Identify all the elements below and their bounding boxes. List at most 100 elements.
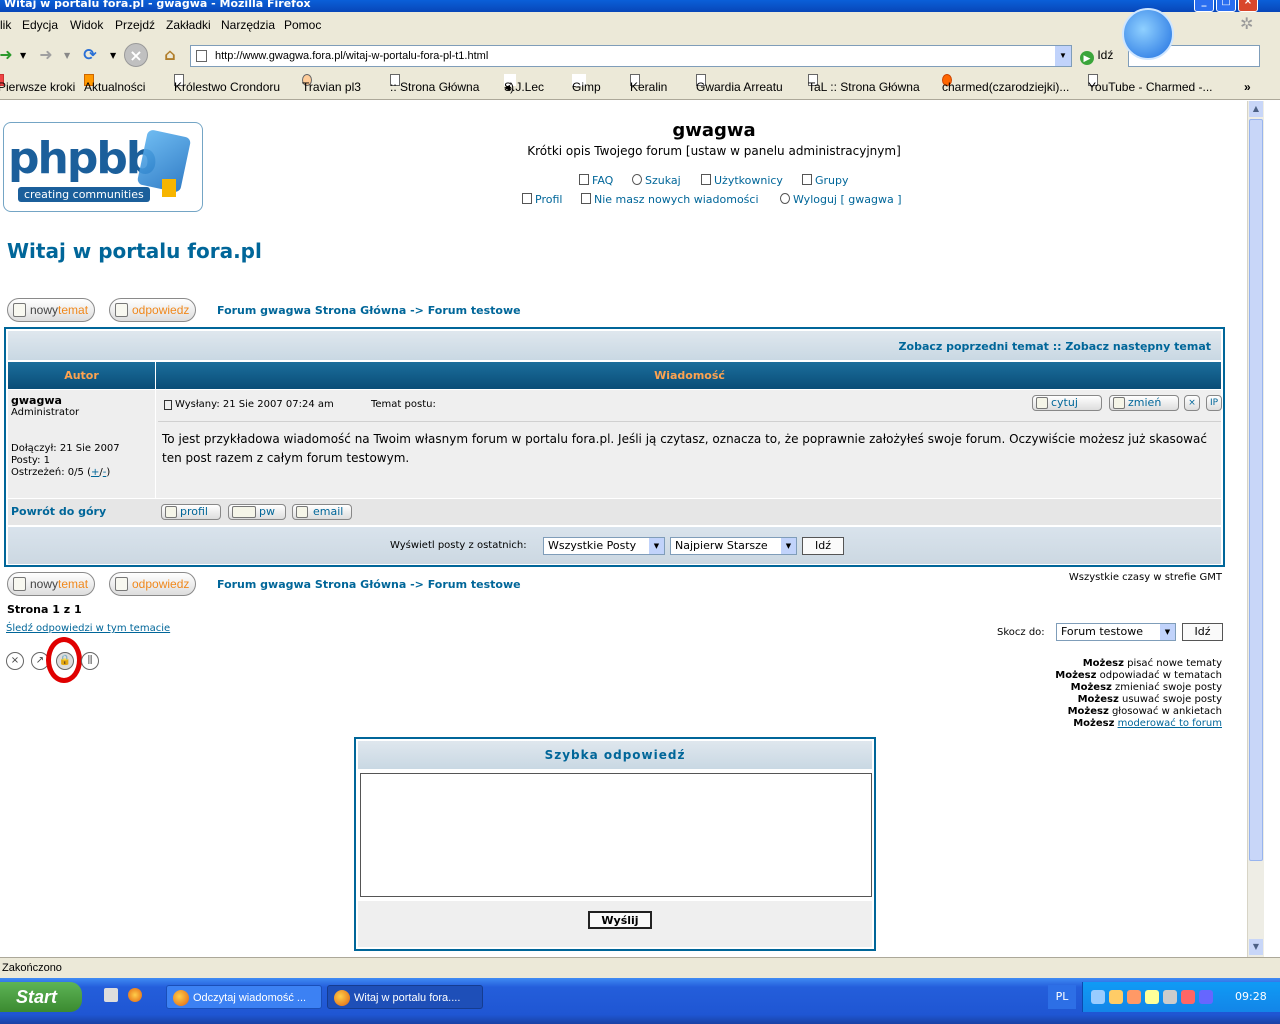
profile-button[interactable]: profil [161, 504, 221, 520]
quick-reply-textarea[interactable] [360, 773, 872, 897]
network-icon[interactable] [1091, 990, 1105, 1004]
days-filter-select[interactable]: Wszystkie Posty ▼ [543, 537, 665, 555]
send-button[interactable]: Wyślij [588, 911, 652, 929]
breadcrumb-bottom[interactable]: Forum gwagwa Strona Główna -> Forum test… [217, 578, 521, 591]
filter-go-button[interactable]: Idź [802, 537, 844, 555]
new-topic-button-bottom[interactable]: nowytemat [7, 572, 96, 596]
throbber-icon: ✲ [1240, 16, 1254, 33]
logout-link[interactable]: Wyloguj [ gwagwa ] [780, 193, 902, 206]
minimize-button[interactable]: _ [1194, 0, 1214, 12]
split-topic-icon[interactable]: ⫼ [81, 652, 99, 670]
pm-icon [232, 506, 256, 518]
tray-app-icon[interactable] [1163, 990, 1177, 1004]
jump-go-button[interactable]: Idź [1182, 623, 1223, 641]
go-arrow-icon: ▶ [1080, 51, 1094, 65]
reply-button[interactable]: odpowiedz [109, 298, 197, 322]
post-table: Zobacz poprzedni temat :: Zobacz następn… [4, 327, 1225, 567]
url-dropdown-icon[interactable]: ▼ [1055, 46, 1071, 66]
scroll-down-icon[interactable]: ▼ [1249, 939, 1263, 955]
menu-bookmarks[interactable]: Zakładki [166, 12, 211, 38]
delete-post-button[interactable]: × [1184, 395, 1200, 411]
window-titlebar: Witaj w portalu fora.pl - gwagwa - Mozil… [0, 0, 1280, 12]
email-button[interactable]: email [292, 504, 352, 520]
page-icon [196, 50, 207, 62]
shield-icon[interactable] [1199, 990, 1213, 1004]
table-header: Autor Wiadomość [8, 362, 1221, 389]
task-button[interactable]: Odczytaj wiadomość ... [166, 985, 322, 1009]
edit-button[interactable]: zmień [1109, 395, 1179, 411]
menu-edit[interactable]: Edycja [22, 12, 58, 38]
tray-app-icon[interactable] [1181, 990, 1195, 1004]
overlay-smiley-icon [1122, 8, 1174, 60]
go-button[interactable]: ▶ Idź [1080, 48, 1113, 65]
scroll-up-icon[interactable]: ▲ [1249, 101, 1263, 117]
back-dropdown-icon[interactable]: ▼ [20, 51, 26, 60]
permission-line: Możesz moderować to forum [1073, 718, 1222, 729]
url-bar[interactable]: http://www.gwagwa.fora.pl/witaj-w-portal… [190, 45, 1072, 67]
tray-app-icon[interactable] [1145, 990, 1159, 1004]
new-topic-button[interactable]: nowytemat [7, 298, 96, 322]
jump-forum-select[interactable]: Forum testowe ▼ [1056, 623, 1176, 641]
groups-link[interactable]: Grupy [802, 174, 849, 187]
back-arrow-icon[interactable]: ➜ [0, 43, 18, 67]
phpbb-logo[interactable]: phpbb creating communities [3, 122, 203, 212]
delete-topic-icon[interactable]: × [6, 652, 24, 670]
menu-file[interactable]: Plik [0, 12, 11, 38]
messages-link[interactable]: Nie masz nowych wiadomości [581, 193, 759, 206]
quicklaunch-desktop-icon[interactable] [104, 988, 118, 1002]
reload-icon[interactable]: ⟳ [78, 43, 102, 67]
members-icon [701, 174, 711, 185]
maximize-button[interactable]: □ [1216, 0, 1236, 12]
pm-button[interactable]: pw [228, 504, 286, 520]
profile-icon [165, 506, 177, 518]
vertical-scrollbar[interactable]: ▲ ▼ [1247, 101, 1264, 957]
home-icon[interactable]: ⌂ [158, 43, 182, 67]
post-author-warnings: Ostrzeżeń: 0/5 (+/-) [11, 467, 111, 478]
reply-button-bottom[interactable]: odpowiedz [109, 572, 197, 596]
tray-app-icon[interactable] [1109, 990, 1123, 1004]
topic-title[interactable]: Witaj w portalu fora.pl [7, 239, 262, 263]
menu-go[interactable]: Przejdź [115, 12, 155, 38]
moderate-forum-link[interactable]: moderować to forum [1118, 718, 1222, 729]
window-title: Witaj w portalu fora.pl - gwagwa - Mozil… [4, 0, 311, 10]
language-indicator[interactable]: PL [1048, 985, 1076, 1009]
breadcrumb[interactable]: Forum gwagwa Strona Główna -> Forum test… [217, 304, 521, 317]
menu-tools[interactable]: Narzędzia [221, 12, 275, 38]
forward-arrow-icon[interactable]: ➜ [34, 43, 58, 67]
logo-tagline: creating communities [18, 187, 150, 202]
post-icon [164, 400, 172, 410]
clock[interactable]: 09:28 [1235, 990, 1267, 1003]
start-button[interactable]: Start [0, 982, 82, 1012]
post-author-name[interactable]: gwagwa [11, 394, 62, 407]
close-window-button[interactable]: × [1238, 0, 1258, 12]
lock-icon[interactable]: 🔒 [56, 652, 74, 670]
scroll-thumb[interactable] [1249, 119, 1263, 861]
prev-next-topic-links[interactable]: Zobacz poprzedni temat :: Zobacz następn… [899, 340, 1211, 353]
profile-icon [522, 193, 532, 204]
site-description: Krótki opis Twojego forum [ustaw w panel… [527, 144, 901, 158]
watch-topic-link[interactable]: Śledź odpowiedzi w tym temacie [6, 623, 170, 634]
tray-app-icon[interactable] [1127, 990, 1141, 1004]
faq-link[interactable]: FAQ [579, 174, 613, 187]
task-button-active[interactable]: Witaj w portalu fora.... [327, 985, 483, 1009]
order-select[interactable]: Najpierw Starsze ▼ [670, 537, 797, 555]
stop-icon[interactable]: × [124, 43, 148, 67]
profile-link[interactable]: Profil [522, 193, 562, 206]
reload-dropdown-icon[interactable]: ▼ [110, 51, 116, 60]
post-date: Wysłany: 21 Sie 2007 07:24 am [175, 399, 334, 410]
search-link[interactable]: Szukaj [632, 174, 681, 187]
post-author-joined: Dołączył: 21 Sie 2007 [11, 443, 120, 454]
menu-help[interactable]: Pomoc [284, 12, 321, 38]
forward-dropdown-icon[interactable]: ▼ [64, 51, 70, 60]
timezone-info: Wszystkie czasy w strefie GMT [1068, 572, 1222, 583]
post-subject-label: Temat postu: [371, 399, 436, 410]
topic-nav-row: Zobacz poprzedni temat :: Zobacz następn… [8, 331, 1221, 360]
back-to-top-link[interactable]: Powrót do góry [11, 505, 106, 518]
menu-view[interactable]: Widok [70, 12, 103, 38]
ip-button[interactable]: IP [1206, 395, 1222, 411]
quote-button[interactable]: cytuj [1032, 395, 1102, 411]
bookmarks-overflow-icon[interactable]: » [1244, 74, 1251, 100]
users-link[interactable]: Użytkownicy [701, 174, 783, 187]
go-label: Idź [1097, 48, 1114, 62]
quicklaunch-firefox-icon[interactable] [128, 988, 142, 1002]
